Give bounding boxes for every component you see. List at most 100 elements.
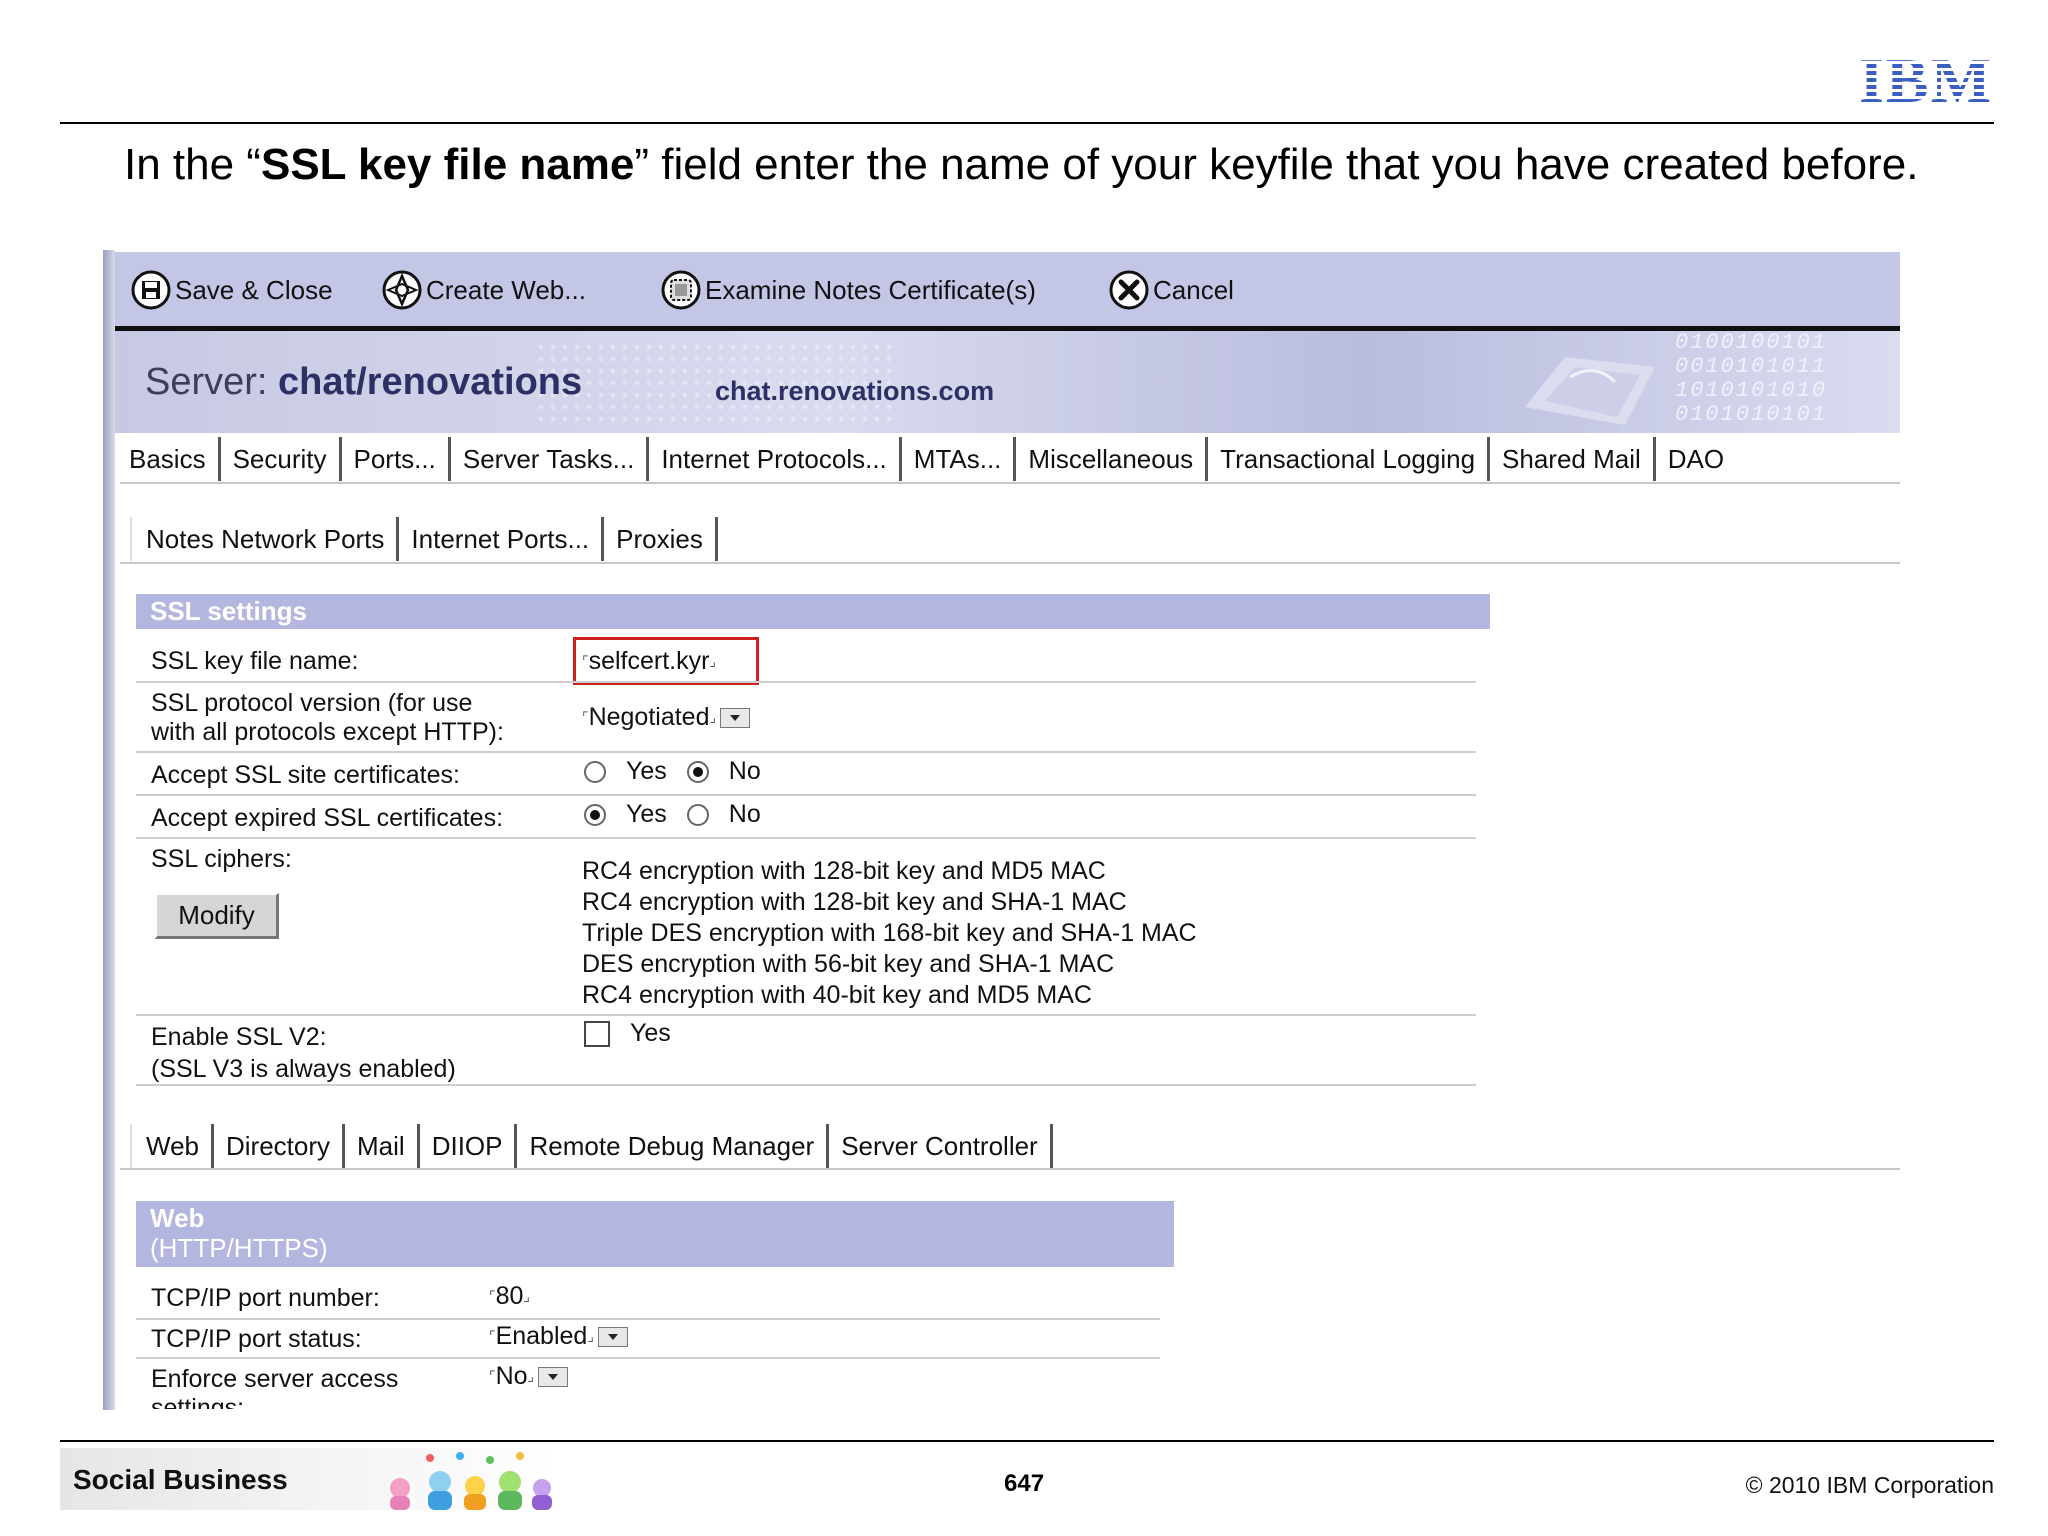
row-divider	[136, 751, 1476, 753]
ssl-cipher-list: RC4 encryption with 128-bit key and MD5 …	[582, 856, 1197, 1011]
row-divider	[136, 1014, 1476, 1016]
enforce-access-label: Enforce server access settings:	[151, 1365, 399, 1409]
tab-server-tasks[interactable]: Server Tasks...	[451, 437, 650, 481]
tcp-port-label: TCP/IP port number:	[151, 1284, 380, 1312]
cipher-item: RC4 encryption with 128-bit key and SHA-…	[582, 888, 1127, 916]
tab-miscellaneous[interactable]: Miscellaneous	[1016, 437, 1209, 481]
tab-web[interactable]: Web	[130, 1124, 214, 1168]
tcp-status-label: TCP/IP port status:	[151, 1325, 362, 1353]
tcp-status-value: Enabled	[495, 1322, 588, 1350]
social-business-label: Social Business	[73, 1464, 288, 1495]
protocol-tab-row: Web Directory Mail DIIOP Remote Debug Ma…	[130, 1124, 1053, 1168]
dropdown-arrow-icon[interactable]	[720, 708, 751, 729]
row-divider	[136, 1084, 1476, 1086]
tab-directory[interactable]: Directory	[214, 1124, 346, 1168]
cipher-item: RC4 encryption with 128-bit key and MD5 …	[582, 857, 1106, 885]
field-end-marker: ⌟	[709, 709, 717, 725]
social-business-banner: Social Business	[60, 1448, 560, 1510]
create-web-button[interactable]: Create Web...	[382, 252, 586, 328]
top-rule	[60, 122, 1994, 124]
enable-ssl-v2-label: Enable SSL V2: (SSL V3 is always enabled)	[151, 1023, 456, 1083]
tcp-port-value: 80	[495, 1282, 524, 1310]
tab-notes-network-ports[interactable]: Notes Network Ports	[130, 517, 400, 561]
ssl-ciphers-label: SSL ciphers:	[151, 845, 292, 873]
enable-ssl-v2-checkbox[interactable]	[584, 1021, 610, 1048]
field-end-marker: ⌟	[587, 1328, 594, 1344]
ssl-key-file-field[interactable]: ⌜selfcert.kyr⌟	[582, 647, 716, 676]
tab-remote-debug-manager[interactable]: Remote Debug Manager	[517, 1124, 830, 1168]
dropdown-arrow-icon[interactable]	[538, 1367, 569, 1388]
certificate-icon	[661, 270, 701, 310]
ibm-logo: IBM	[1859, 50, 1993, 106]
tab-mtas[interactable]: MTAs...	[902, 437, 1017, 481]
server-banner: 0100100101 0010101011 1010101010 0101010…	[115, 331, 1900, 433]
tab-internet-protocols[interactable]: Internet Protocols...	[649, 437, 902, 481]
enable-ssl-v2-field: Yes	[584, 1019, 671, 1048]
ssl-protocol-value: Negotiated	[588, 703, 710, 731]
people-icon	[390, 1452, 552, 1510]
main-tab-row: Basics Security Ports... Server Tasks...…	[115, 437, 1736, 481]
examine-certificates-button[interactable]: Examine Notes Certificate(s)	[661, 252, 1036, 328]
row-divider	[136, 1357, 1160, 1359]
page-number: 647	[1004, 1470, 1045, 1497]
accept-expired-cert-no-radio[interactable]	[686, 804, 709, 827]
accept-site-cert-yes-radio[interactable]	[584, 761, 606, 784]
tab-mail[interactable]: Mail	[345, 1124, 420, 1168]
accept-expired-cert-label: Accept expired SSL certificates:	[151, 804, 504, 832]
lock-icon	[1525, 357, 1655, 425]
accept-site-cert-radios: Yes No	[584, 757, 761, 786]
instruction-text: In the “SSL key file name” field enter t…	[124, 140, 1919, 189]
ssl-protocol-label: SSL protocol version (for use with all pr…	[151, 689, 504, 746]
field-end-marker: ⌟	[527, 1368, 535, 1384]
cancel-button[interactable]: Cancel	[1109, 252, 1234, 328]
protocol-tab-underline	[120, 1168, 1900, 1170]
main-tab-underline	[120, 482, 1900, 484]
row-divider	[136, 794, 1476, 796]
tab-proxies[interactable]: Proxies	[604, 517, 718, 561]
cipher-item: DES encryption with 56-bit key and SHA-1…	[582, 950, 1115, 978]
dropdown-arrow-icon[interactable]	[597, 1327, 628, 1348]
field-end-marker: ⌟	[709, 653, 716, 669]
server-domain: chat.renovations.com	[715, 376, 995, 406]
cipher-item: RC4 encryption with 40-bit key and MD5 M…	[582, 981, 1092, 1009]
accept-expired-cert-radios: Yes No	[584, 800, 761, 829]
row-divider	[136, 837, 1476, 839]
save-icon	[131, 270, 171, 310]
tab-diiop[interactable]: DIIOP	[420, 1124, 518, 1168]
enforce-access-value: No	[495, 1362, 528, 1390]
svg-text:IBM: IBM	[1859, 50, 1993, 106]
ssl-protocol-select[interactable]: ⌜Negotiated⌟	[582, 703, 751, 732]
copyright-text: © 2010 IBM Corporation	[1745, 1472, 1994, 1498]
tab-server-controller[interactable]: Server Controller	[829, 1124, 1053, 1168]
tab-transactional-logging[interactable]: Transactional Logging	[1208, 437, 1491, 481]
close-icon	[1109, 270, 1149, 310]
action-toolbar: Save & Close Create Web... Examine Notes…	[115, 252, 1900, 328]
row-divider	[136, 1318, 1160, 1320]
accept-expired-cert-yes-radio[interactable]	[584, 804, 606, 827]
server-title: Server: chat/renovations	[145, 361, 583, 403]
enforce-access-select[interactable]: ⌜No⌟	[489, 1362, 569, 1391]
tab-internet-ports[interactable]: Internet Ports...	[399, 517, 605, 561]
modify-ciphers-button[interactable]: Modify	[155, 893, 279, 939]
tab-shared-mail[interactable]: Shared Mail	[1490, 437, 1656, 481]
tab-security[interactable]: Security	[221, 437, 342, 481]
tcp-port-field[interactable]: ⌜80⌟	[489, 1282, 530, 1311]
port-tab-row: Notes Network Ports Internet Ports... Pr…	[130, 517, 718, 561]
tab-ports[interactable]: Ports...	[342, 437, 451, 481]
ssl-settings-header: SSL settings	[136, 594, 1490, 629]
cipher-item: Triple DES encryption with 168-bit key a…	[582, 919, 1197, 947]
tcp-status-select[interactable]: ⌜Enabled⌟	[489, 1322, 628, 1351]
bottom-rule	[60, 1440, 1994, 1442]
port-tab-underline	[120, 562, 1900, 564]
tab-dao[interactable]: DAO	[1656, 437, 1736, 481]
ssl-key-file-label: SSL key file name:	[151, 647, 359, 675]
accept-site-cert-no-radio[interactable]	[686, 761, 709, 784]
save-close-button[interactable]: Save & Close	[131, 252, 333, 328]
compass-icon	[382, 270, 422, 310]
ssl-key-file-value: selfcert.kyr	[588, 647, 710, 675]
accept-site-cert-label: Accept SSL site certificates:	[151, 761, 460, 789]
tab-basics[interactable]: Basics	[115, 437, 221, 481]
row-divider	[136, 681, 1476, 683]
field-end-marker: ⌟	[523, 1288, 530, 1304]
web-section-header: Web (HTTP/HTTPS)	[136, 1201, 1174, 1267]
